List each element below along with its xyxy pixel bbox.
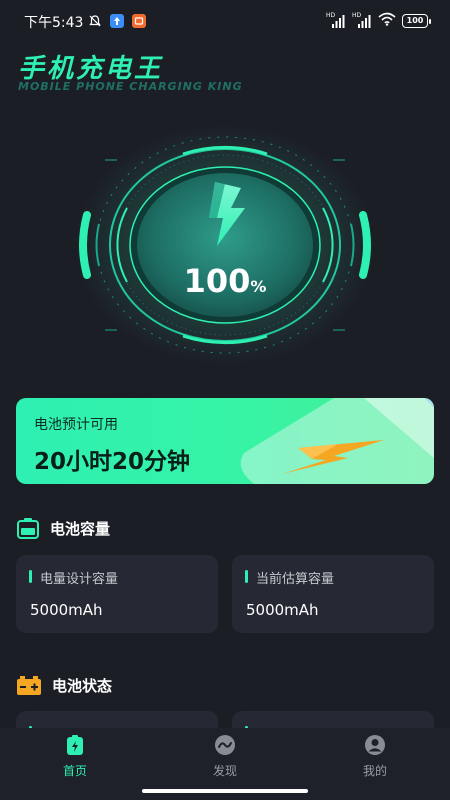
upload-icon (110, 13, 124, 32)
nav-item-home[interactable]: 首页 (0, 728, 150, 800)
battery-plus-minus-icon (17, 676, 41, 695)
home-battery-icon (67, 735, 83, 755)
capacity-section-header: 电池容量 (16, 517, 110, 539)
battery-level-text: 100 (406, 16, 424, 25)
estimated-capacity-value: 5000mAh (246, 601, 319, 619)
capacity-section-title: 电池容量 (50, 519, 111, 538)
nav-item-profile[interactable]: 我的 (300, 728, 450, 800)
estimate-value: 20小时20分钟 (34, 449, 191, 475)
card-accent-bar (29, 570, 32, 583)
battery-gauge: 100% (65, 120, 385, 370)
estimate-label: 电池预计可用 (34, 417, 118, 433)
battery-estimate-card[interactable]: 电池预计可用 20小时20分钟 (16, 398, 434, 484)
hd-signal-icon: HD (352, 12, 372, 28)
nav-label-discover: 发现 (212, 764, 237, 778)
battery-icon: 100 (402, 13, 431, 28)
status-section-header: 电池状态 (16, 674, 112, 696)
profile-icon (365, 735, 385, 755)
status-bar: 下午5:43 HD HD 100 (0, 0, 450, 40)
discover-icon (215, 735, 235, 755)
battery-outline-icon (17, 518, 39, 539)
status-right-group: HD HD 100 (326, 11, 431, 30)
card-accent-bar (245, 570, 248, 583)
app-screen: 下午5:43 HD HD 100 手机充电王 MOBILE PHONE CHAR… (0, 0, 450, 800)
home-indicator[interactable] (142, 789, 308, 793)
mute-bell-icon (88, 13, 102, 32)
app-notify-icon (132, 13, 146, 32)
wifi-icon (378, 11, 396, 30)
design-capacity-value: 5000mAh (30, 601, 103, 619)
hd-signal-icon: HD (326, 12, 346, 28)
lightning-bolt-icon (209, 182, 245, 246)
battery-percent: 100% (65, 262, 385, 300)
status-time: 下午5:43 (24, 15, 84, 31)
battery-percent-value: 100 (183, 262, 251, 300)
battery-percent-unit: % (250, 277, 267, 296)
design-capacity-card: 电量设计容量 5000mAh (16, 555, 218, 633)
app-subtitle: MOBILE PHONE CHARGING KING (18, 80, 243, 93)
orange-bolt-icon (282, 440, 384, 474)
design-capacity-label: 电量设计容量 (40, 572, 119, 587)
nav-label-profile: 我的 (362, 764, 387, 778)
status-section-title: 电池状态 (52, 676, 113, 695)
nav-label-home: 首页 (62, 764, 87, 778)
estimated-capacity-label: 当前估算容量 (256, 572, 335, 587)
estimated-capacity-card: 当前估算容量 5000mAh (232, 555, 434, 633)
